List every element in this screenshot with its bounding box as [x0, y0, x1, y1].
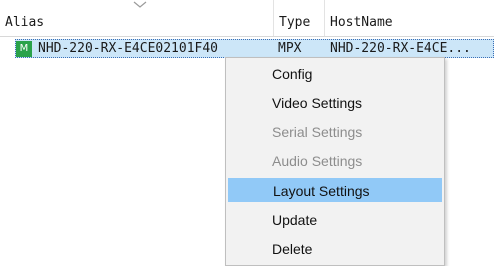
- menu-item-label: Serial Settings: [272, 124, 363, 140]
- menu-item-config[interactable]: Config: [228, 62, 442, 86]
- menu-item-label: Audio Settings: [272, 153, 363, 169]
- menu-item-serial-settings: Serial Settings: [228, 120, 442, 144]
- menu-item-label: Video Settings: [272, 95, 363, 111]
- column-header-hostname-label: HostName: [330, 15, 393, 30]
- table-row[interactable]: M NHD-220-RX-E4CE02101F40 MPX NHD-220-RX…: [0, 37, 494, 59]
- chevron-down-icon: [133, 1, 147, 8]
- device-badge-icon: M: [16, 41, 32, 57]
- menu-item-video-settings[interactable]: Video Settings: [228, 91, 442, 115]
- column-header-alias-label: Alias: [5, 15, 45, 30]
- column-header-type[interactable]: Type: [274, 0, 325, 36]
- menu-item-layout-settings[interactable]: Layout Settings: [228, 178, 442, 202]
- menu-item-label: Config: [272, 66, 313, 82]
- menu-item-delete[interactable]: Delete: [228, 237, 442, 261]
- menu-item-label: Update: [272, 212, 318, 228]
- menu-item-label: Delete: [272, 241, 313, 257]
- menu-item-audio-settings: Audio Settings: [228, 149, 442, 173]
- column-header-type-label: Type: [279, 15, 311, 30]
- column-header-alias[interactable]: Alias: [0, 0, 274, 36]
- row-type: MPX: [278, 41, 302, 56]
- context-menu: Config Video Settings Serial Settings Au…: [225, 57, 445, 266]
- row-alias: NHD-220-RX-E4CE02101F40: [38, 41, 219, 56]
- column-header-hostname[interactable]: HostName: [325, 0, 494, 36]
- menu-item-label: Layout Settings: [273, 183, 370, 199]
- menu-item-update[interactable]: Update: [228, 208, 442, 232]
- row-hostname: NHD-220-RX-E4CE...: [330, 41, 471, 56]
- table-header: Alias Type HostName: [0, 0, 494, 37]
